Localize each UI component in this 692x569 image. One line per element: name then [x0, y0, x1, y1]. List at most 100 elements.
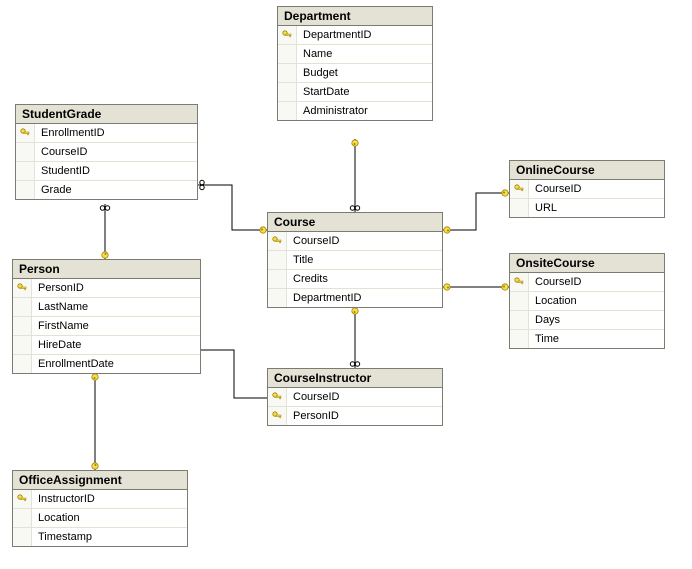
column-icon — [268, 289, 287, 307]
column-icon — [16, 181, 35, 199]
table-column[interactable]: LastName — [13, 298, 200, 317]
table-column[interactable]: CourseID — [268, 232, 442, 251]
table-column[interactable]: CourseID — [16, 143, 197, 162]
table-officeassignment[interactable]: OfficeAssignment InstructorID Location T… — [12, 470, 188, 547]
diagram-canvas: { "tables": { "studentGrade": { "title":… — [0, 0, 692, 569]
column-name: CourseID — [529, 183, 587, 195]
table-column[interactable]: Location — [13, 509, 187, 528]
column-name: Timestamp — [32, 531, 98, 543]
rel-courseinstructor-person — [194, 347, 273, 403]
column-name: StudentID — [35, 165, 96, 177]
column-icon — [13, 298, 32, 316]
column-icon — [510, 330, 529, 348]
primary-key-icon — [510, 180, 529, 198]
table-column[interactable]: FirstName — [13, 317, 200, 336]
table-column[interactable]: CourseID — [510, 180, 664, 199]
primary-key-icon — [13, 279, 32, 297]
column-icon — [268, 251, 287, 269]
table-title: CourseInstructor — [268, 369, 442, 388]
column-name: InstructorID — [32, 493, 101, 505]
column-name: Time — [529, 333, 565, 345]
column-name: CourseID — [287, 235, 345, 247]
rel-courseinstructor-course — [350, 307, 359, 368]
table-column[interactable]: URL — [510, 199, 664, 217]
column-name: Administrator — [297, 105, 374, 117]
table-column[interactable]: Days — [510, 311, 664, 330]
column-name: URL — [529, 202, 563, 214]
table-studentgrade[interactable]: StudentGrade EnrollmentID CourseID Stude… — [15, 104, 198, 200]
column-icon — [16, 143, 35, 161]
rel-onsitecourse-course — [443, 284, 509, 290]
column-icon — [13, 528, 32, 546]
column-name: CourseID — [287, 391, 345, 403]
table-column[interactable]: Timestamp — [13, 528, 187, 546]
table-column[interactable]: DepartmentID — [278, 26, 432, 45]
table-onlinecourse[interactable]: OnlineCourse CourseID URL — [509, 160, 665, 218]
primary-key-icon — [268, 388, 287, 406]
table-column[interactable]: StudentID — [16, 162, 197, 181]
table-courseinstructor[interactable]: CourseInstructor CourseID PersonID — [267, 368, 443, 426]
column-icon — [16, 162, 35, 180]
column-name: Title — [287, 254, 319, 266]
column-icon — [268, 270, 287, 288]
table-column[interactable]: InstructorID — [13, 490, 187, 509]
column-name: EnrollmentID — [35, 127, 111, 139]
table-column[interactable]: Time — [510, 330, 664, 348]
column-name: DepartmentID — [287, 292, 367, 304]
table-column[interactable]: Budget — [278, 64, 432, 83]
table-title: OnsiteCourse — [510, 254, 664, 273]
column-icon — [13, 317, 32, 335]
table-column[interactable]: Administrator — [278, 102, 432, 120]
column-name: FirstName — [32, 320, 95, 332]
column-icon — [13, 336, 32, 354]
table-column[interactable]: EnrollmentDate — [13, 355, 200, 373]
column-name: LastName — [32, 301, 94, 313]
rel-studentgrade-course — [198, 180, 267, 233]
table-column[interactable]: PersonID — [268, 407, 442, 425]
column-name: CourseID — [35, 146, 93, 158]
primary-key-icon — [268, 407, 287, 425]
table-title: OnlineCourse — [510, 161, 664, 180]
table-column[interactable]: Credits — [268, 270, 442, 289]
table-column[interactable]: EnrollmentID — [16, 124, 197, 143]
column-name: EnrollmentDate — [32, 358, 120, 370]
column-icon — [510, 292, 529, 310]
column-name: Name — [297, 48, 338, 60]
rel-onlinecourse-course — [443, 190, 509, 233]
table-column[interactable]: DepartmentID — [268, 289, 442, 307]
primary-key-icon — [268, 232, 287, 250]
table-column[interactable]: CourseID — [268, 388, 442, 407]
table-column[interactable]: CourseID — [510, 273, 664, 292]
rel-officeassignment-person — [92, 373, 98, 470]
column-name: PersonID — [287, 410, 345, 422]
column-icon — [13, 355, 32, 373]
column-name: StartDate — [297, 86, 355, 98]
table-title: Course — [268, 213, 442, 232]
table-title: StudentGrade — [16, 105, 197, 124]
column-name: DepartmentID — [297, 29, 377, 41]
primary-key-icon — [278, 26, 297, 44]
table-column[interactable]: HireDate — [13, 336, 200, 355]
table-title: OfficeAssignment — [13, 471, 187, 490]
column-name: Credits — [287, 273, 334, 285]
column-name: HireDate — [32, 339, 87, 351]
table-person[interactable]: Person PersonID LastName FirstName HireD… — [12, 259, 201, 374]
rel-studentgrade-person — [100, 204, 109, 259]
table-column[interactable]: Location — [510, 292, 664, 311]
rel-course-department — [350, 139, 359, 212]
table-column[interactable]: PersonID — [13, 279, 200, 298]
column-name: Location — [32, 512, 86, 524]
table-onsitecourse[interactable]: OnsiteCourse CourseID Location Days Time — [509, 253, 665, 349]
table-column[interactable]: Name — [278, 45, 432, 64]
table-department[interactable]: Department DepartmentID Name Budget Star… — [277, 6, 433, 121]
primary-key-icon — [510, 273, 529, 291]
column-name: PersonID — [32, 282, 90, 294]
column-icon — [13, 509, 32, 527]
column-name: Grade — [35, 184, 78, 196]
table-course[interactable]: Course CourseID Title Credits Department… — [267, 212, 443, 308]
table-column[interactable]: Title — [268, 251, 442, 270]
column-name: Budget — [297, 67, 344, 79]
table-column[interactable]: StartDate — [278, 83, 432, 102]
primary-key-icon — [16, 124, 35, 142]
table-column[interactable]: Grade — [16, 181, 197, 199]
